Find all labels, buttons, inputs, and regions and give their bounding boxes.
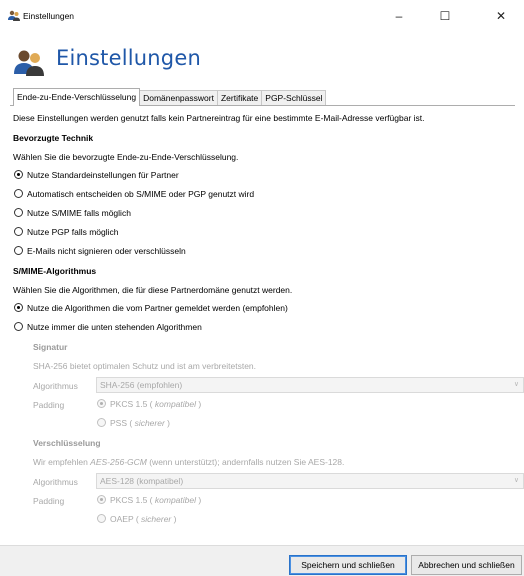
save-and-close-button[interactable]: Speichern und schließen <box>289 555 407 575</box>
page-title: Einstellungen <box>56 46 201 70</box>
radio-button[interactable] <box>14 189 23 198</box>
radio-label[interactable]: OAEP ( sicherer ) <box>110 514 176 524</box>
radio-label[interactable]: Nutze PGP falls möglich <box>27 227 119 237</box>
technique-description: Wählen Sie die bevorzugte Ende-zu-Ende-V… <box>13 152 239 162</box>
minimize-icon: – <box>395 9 403 23</box>
select-value: SHA-256 (empfohlen) <box>100 380 183 390</box>
chevron-down-icon: ∨ <box>513 381 519 388</box>
signature-description: SHA-256 bietet optimalen Schutz und ist … <box>33 361 257 371</box>
encryption-padding-label: Padding <box>33 496 65 506</box>
signature-algorithm-select[interactable]: SHA-256 (empfohlen) ∨ <box>96 377 524 393</box>
tab-strip: Ende-zu-Ende-Verschlüsselung Domänenpass… <box>13 88 327 106</box>
encryption-algorithm-label: Algorithmus <box>33 477 78 487</box>
tab-pgp-keys[interactable]: PGP-Schlüssel <box>261 90 327 106</box>
radio-button[interactable] <box>97 399 106 408</box>
cancel-and-close-button[interactable]: Abbrechen und schließen <box>411 555 522 575</box>
radio-label[interactable]: E-Mails nicht signieren oder verschlüsse… <box>27 246 186 256</box>
chevron-down-icon: ∨ <box>513 477 519 484</box>
radio-label[interactable]: Nutze Standardeinstellungen für Partner <box>27 170 179 180</box>
maximize-button[interactable]: ☐ <box>422 0 468 32</box>
radio-label[interactable]: Nutze die Algorithmen die vom Partner ge… <box>27 303 288 313</box>
radio-label[interactable]: Automatisch entscheiden ob S/MIME oder P… <box>27 189 254 199</box>
radio-button[interactable] <box>14 303 23 312</box>
smime-heading: S/MIME-Algorithmus <box>13 266 97 276</box>
minimize-button[interactable]: – <box>376 0 422 32</box>
tab-panel: Diese Einstellungen werden genutzt falls… <box>10 105 524 545</box>
technique-heading: Bevorzugte Technik <box>13 133 94 143</box>
signature-heading: Signatur <box>33 342 68 352</box>
radio-button[interactable] <box>14 246 23 255</box>
signature-algorithm-label: Algorithmus <box>33 381 78 391</box>
radio-button[interactable] <box>97 418 106 427</box>
encryption-heading: Verschlüsselung <box>33 438 101 448</box>
close-icon: ✕ <box>495 9 507 23</box>
signature-padding-label: Padding <box>33 400 65 410</box>
radio-label[interactable]: Nutze immer die unten stehenden Algorith… <box>27 322 202 332</box>
radio-button[interactable] <box>14 322 23 331</box>
dialog-header: Einstellungen <box>0 32 524 84</box>
tab-domain-password[interactable]: Domänenpasswort <box>139 90 218 106</box>
radio-label[interactable]: PKCS 1.5 ( kompatibel ) <box>110 399 201 409</box>
encryption-description: Wir empfehlen AES-256-GCM (wenn unterstü… <box>33 457 345 467</box>
select-value: AES-128 (kompatibel) <box>100 476 184 486</box>
radio-label[interactable]: Nutze S/MIME falls möglich <box>27 208 131 218</box>
intro-text: Diese Einstellungen werden genutzt falls… <box>13 113 425 123</box>
title-bar: Einstellungen – ☐ ✕ <box>0 0 524 32</box>
maximize-icon: ☐ <box>439 9 451 23</box>
window-title: Einstellungen <box>23 11 75 21</box>
users-settings-icon <box>8 10 20 21</box>
dialog-footer: Speichern und schließen Abbrechen und sc… <box>0 545 524 576</box>
radio-label[interactable]: PKCS 1.5 ( kompatibel ) <box>110 495 201 505</box>
radio-button[interactable] <box>14 227 23 236</box>
tab-certificates[interactable]: Zertifikate <box>216 90 263 106</box>
smime-description: Wählen Sie die Algorithmen, die für dies… <box>13 285 293 295</box>
radio-button[interactable] <box>97 514 106 523</box>
close-button[interactable]: ✕ <box>478 0 524 32</box>
radio-label[interactable]: PSS ( sicherer ) <box>110 418 170 428</box>
radio-button[interactable] <box>14 208 23 217</box>
users-settings-icon <box>14 50 44 76</box>
radio-button[interactable] <box>14 170 23 179</box>
tab-end-to-end-encryption[interactable]: Ende-zu-Ende-Verschlüsselung <box>13 88 141 106</box>
radio-button[interactable] <box>97 495 106 504</box>
encryption-algorithm-select[interactable]: AES-128 (kompatibel) ∨ <box>96 473 524 489</box>
